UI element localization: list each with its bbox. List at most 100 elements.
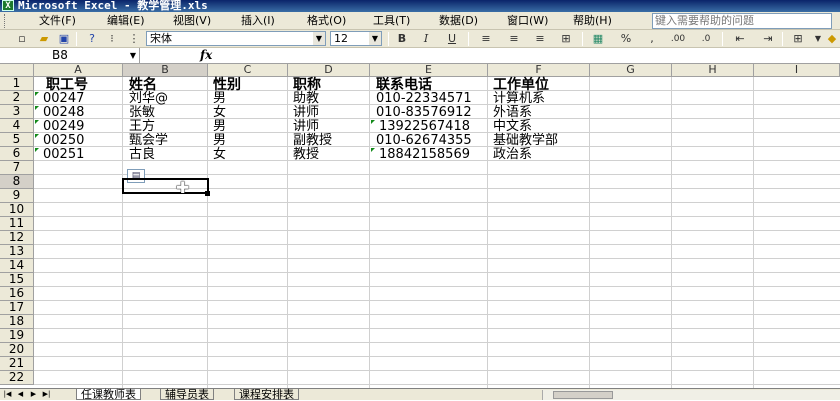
cell-a2[interactable]: 00247: [40, 92, 84, 106]
row-header-22[interactable]: 22: [0, 371, 34, 385]
cell-f4[interactable]: 中文系: [490, 120, 532, 134]
fill-color-icon[interactable]: ◆: [824, 31, 840, 47]
column-header-a[interactable]: A: [34, 64, 123, 77]
menu-window[interactable]: 窗口(W): [504, 13, 551, 29]
horizontal-scrollbar[interactable]: [542, 390, 840, 400]
row-header-10[interactable]: 10: [0, 203, 34, 217]
align-center-icon[interactable]: ≡: [506, 31, 522, 47]
cell-b3[interactable]: 张敏: [126, 106, 155, 120]
error-indicator-icon[interactable]: [35, 148, 39, 152]
comma-button[interactable]: ,: [644, 31, 660, 47]
scrollbar-thumb[interactable]: [553, 391, 613, 399]
selected-cell-b8[interactable]: [122, 178, 209, 194]
cell-a3[interactable]: 00248: [40, 106, 84, 120]
row-header-1[interactable]: 1: [0, 77, 34, 91]
cell-c6[interactable]: 女: [210, 148, 226, 162]
row-header-14[interactable]: 14: [0, 259, 34, 273]
cell-f5[interactable]: 基础教学部: [490, 134, 558, 148]
menu-view[interactable]: 视图(V): [170, 13, 214, 29]
bold-button[interactable]: B: [394, 31, 410, 47]
column-header-c[interactable]: C: [208, 64, 288, 77]
first-sheet-icon[interactable]: |◀: [2, 389, 13, 400]
row-header-5[interactable]: 5: [0, 133, 34, 147]
cell-c3[interactable]: 女: [210, 106, 226, 120]
currency-icon[interactable]: ▦: [590, 31, 606, 47]
sheet-tab-teachers[interactable]: 任课教师表: [76, 389, 141, 400]
cell-d1[interactable]: 职称: [290, 78, 321, 92]
row-header-17[interactable]: 17: [0, 301, 34, 315]
row-header-20[interactable]: 20: [0, 343, 34, 357]
menu-edit[interactable]: 编辑(E): [104, 13, 148, 29]
column-header-d[interactable]: D: [288, 64, 370, 77]
row-header-9[interactable]: 9: [0, 189, 34, 203]
new-document-icon[interactable]: ▫: [14, 31, 30, 47]
column-header-b[interactable]: B: [123, 64, 208, 77]
save-icon[interactable]: ▣: [56, 31, 72, 47]
italic-button[interactable]: I: [418, 31, 434, 47]
cell-b1[interactable]: 姓名: [126, 78, 157, 92]
row-header-18[interactable]: 18: [0, 315, 34, 329]
error-indicator-icon[interactable]: [371, 148, 375, 152]
fill-handle[interactable]: [205, 191, 210, 196]
column-header-e[interactable]: E: [370, 64, 488, 77]
cell-b5[interactable]: 甄会学: [126, 134, 168, 148]
column-header-h[interactable]: H: [672, 64, 754, 77]
next-sheet-icon[interactable]: ▶: [28, 389, 39, 400]
cell-e5[interactable]: 010-62674355: [373, 134, 472, 148]
cell-a5[interactable]: 00250: [40, 134, 84, 148]
cell-a1[interactable]: 职工号: [43, 78, 88, 92]
open-folder-icon[interactable]: ▰: [36, 31, 52, 47]
error-indicator-icon[interactable]: [371, 120, 375, 124]
underline-button[interactable]: U: [444, 31, 460, 47]
percent-button[interactable]: %: [618, 31, 634, 47]
row-header-21[interactable]: 21: [0, 357, 34, 371]
cell-b6[interactable]: 古良: [126, 148, 155, 162]
menu-tools[interactable]: 工具(T): [370, 13, 413, 29]
borders-icon[interactable]: ⊞: [790, 31, 806, 47]
row-header-15[interactable]: 15: [0, 273, 34, 287]
cell-f2[interactable]: 计算机系: [490, 92, 545, 106]
error-indicator-icon[interactable]: [35, 106, 39, 110]
align-left-icon[interactable]: ≡: [478, 31, 494, 47]
increase-decimal-icon[interactable]: .00: [670, 31, 686, 47]
cell-b4[interactable]: 王方: [126, 120, 155, 134]
cell-e4[interactable]: 13922567418: [376, 120, 470, 134]
cell-f6[interactable]: 政治系: [490, 148, 532, 162]
error-indicator-icon[interactable]: [35, 92, 39, 96]
row-header-19[interactable]: 19: [0, 329, 34, 343]
cell-e3[interactable]: 010-83576912: [373, 106, 472, 120]
help-search-input[interactable]: 键入需要帮助的问题: [652, 13, 832, 29]
function-icon[interactable]: fx: [200, 48, 212, 63]
cell-c5[interactable]: 男: [210, 134, 226, 148]
cell-e6[interactable]: 18842158569: [376, 148, 470, 162]
chevron-down-icon[interactable]: ▼: [369, 32, 381, 45]
sheet-tab-counselors[interactable]: 辅导员表: [160, 389, 214, 400]
toolbar-options-icon[interactable]: ⁝: [104, 31, 120, 47]
cell-b2[interactable]: 刘华@: [126, 92, 168, 106]
row-header-8[interactable]: 8: [0, 175, 34, 189]
sheet-tab-schedule[interactable]: 课程安排表: [234, 389, 299, 400]
row-header-7[interactable]: 7: [0, 161, 34, 175]
cell-d2[interactable]: 助教: [290, 92, 319, 106]
increase-indent-icon[interactable]: ⇥: [760, 31, 776, 47]
column-header-f[interactable]: F: [488, 64, 590, 77]
cell-f3[interactable]: 外语系: [490, 106, 532, 120]
row-header-4[interactable]: 4: [0, 119, 34, 133]
decrease-decimal-icon[interactable]: .0: [698, 31, 714, 47]
last-sheet-icon[interactable]: ▶|: [41, 389, 52, 400]
cell-d3[interactable]: 讲师: [290, 106, 319, 120]
cell-d5[interactable]: 副教授: [290, 134, 332, 148]
error-indicator-icon[interactable]: [35, 134, 39, 138]
formula-input[interactable]: [220, 48, 840, 63]
prev-sheet-icon[interactable]: ◀: [15, 389, 26, 400]
row-header-16[interactable]: 16: [0, 287, 34, 301]
row-header-2[interactable]: 2: [0, 91, 34, 105]
chevron-down-icon[interactable]: ▼: [313, 32, 325, 45]
cell-f1[interactable]: 工作单位: [490, 78, 549, 92]
chevron-down-icon[interactable]: ▼: [127, 48, 139, 63]
row-header-13[interactable]: 13: [0, 245, 34, 259]
help-icon[interactable]: ?: [84, 31, 100, 47]
cell-d4[interactable]: 讲师: [290, 120, 319, 134]
name-box[interactable]: B8 ▼: [0, 48, 140, 64]
cell-a4[interactable]: 00249: [40, 120, 84, 134]
